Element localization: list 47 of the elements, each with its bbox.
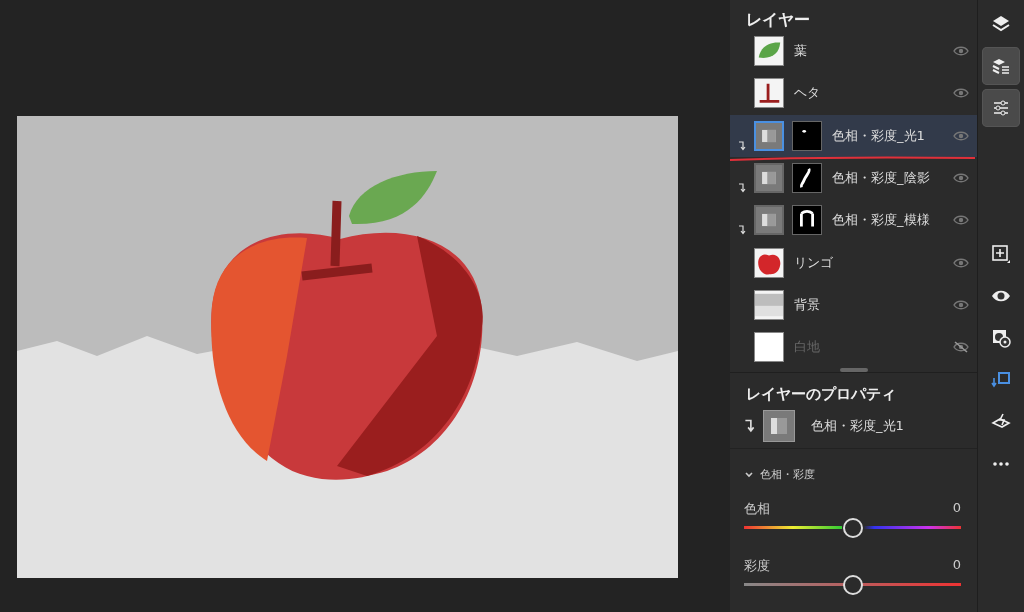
layer-name: 背景	[794, 295, 821, 314]
slider-thumb[interactable]	[842, 574, 863, 595]
layer-row[interactable]: ヘタ	[730, 72, 977, 115]
layer-row[interactable]: 背景	[730, 283, 977, 327]
layer-list-icon[interactable]	[982, 47, 1020, 85]
layer-name: 色相・彩度_光1	[832, 126, 926, 145]
layer-row[interactable]: 色相・彩度_模様	[730, 199, 977, 242]
mask-thumbnail	[792, 205, 822, 236]
eye-icon[interactable]	[953, 45, 969, 58]
layer-thumbnail	[754, 78, 784, 109]
layer-row[interactable]: 色相・彩度_陰影	[730, 156, 977, 200]
resize-handle[interactable]	[839, 368, 868, 373]
layer-thumbnail	[754, 332, 784, 363]
eye-icon[interactable]	[953, 172, 969, 185]
layer-thumbnail	[754, 289, 784, 320]
adjustment-thumbnail	[754, 120, 784, 151]
layer-row[interactable]: リンゴ	[730, 241, 977, 284]
eye-icon[interactable]	[953, 298, 969, 311]
layer-name: 色相・彩度_模様	[832, 211, 931, 230]
layer-name: 葉	[794, 42, 808, 61]
adjust-icon[interactable]	[982, 89, 1020, 127]
chevron-icon	[744, 469, 754, 480]
eye-icon[interactable]	[953, 87, 969, 100]
layer-name: 色相・彩度_光1	[811, 417, 904, 436]
eye-icon[interactable]	[953, 256, 969, 269]
slider-value: 0	[952, 557, 961, 575]
layer-name: リンゴ	[794, 253, 834, 272]
panel-title: レイヤー	[745, 9, 811, 30]
layer-name: ヘタ	[794, 84, 821, 103]
panel-title: レイヤーのプロパティ	[745, 384, 897, 406]
layer-thumbnail	[754, 247, 784, 278]
eye-icon[interactable]	[953, 214, 969, 227]
eye-icon[interactable]	[953, 129, 969, 142]
mask-thumbnail	[792, 163, 822, 194]
section-header[interactable]: 色相・彩度	[744, 467, 961, 483]
layer-name: 色相・彩度_陰影	[832, 169, 931, 188]
mask-thumbnail	[792, 120, 822, 151]
slider-label: 彩度	[744, 557, 770, 576]
adjustment-thumbnail	[754, 163, 784, 194]
adjustment-thumbnail	[754, 205, 784, 236]
eye-slash-icon[interactable]	[953, 341, 969, 354]
layer-row[interactable]: 葉	[730, 30, 977, 73]
layer-thumbnail	[754, 36, 784, 67]
slider-thumb[interactable]	[842, 517, 863, 538]
adjustment-thumbnail	[763, 410, 795, 443]
slider-value: 0	[952, 500, 961, 518]
slider-label: 色相	[744, 500, 770, 519]
